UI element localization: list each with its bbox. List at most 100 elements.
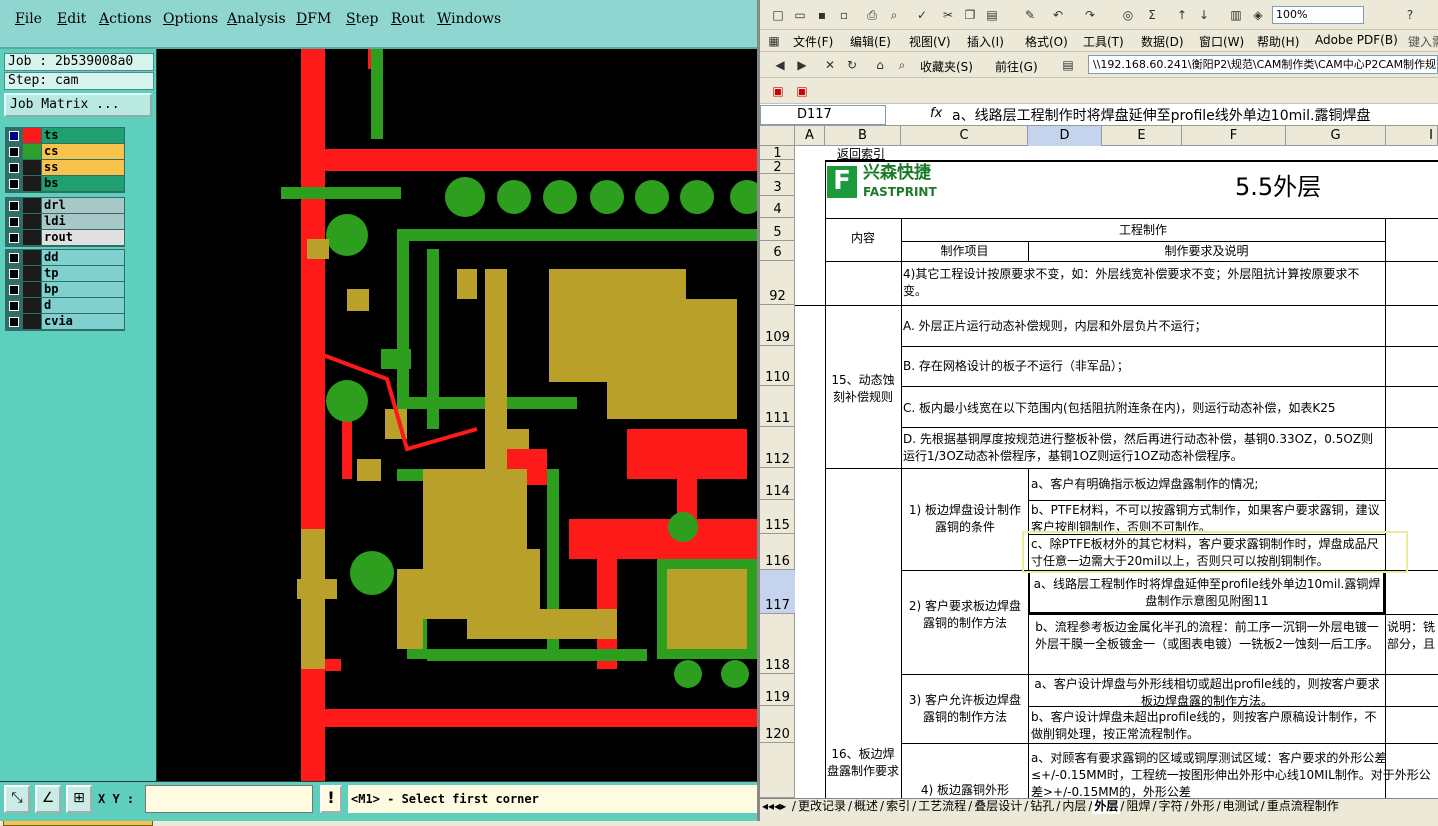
cell-r114[interactable]: a、客户有明确指示板边焊盘露制作的情况; bbox=[1031, 476, 1383, 493]
open-icon[interactable]: ▭ bbox=[792, 7, 808, 23]
xmenu-adobe-pdf[interactable]: Adobe PDF(B) bbox=[1315, 33, 1398, 47]
sub-4[interactable]: 4) 板边露铜外形 bbox=[903, 782, 1027, 799]
column-header[interactable]: I bbox=[1386, 126, 1438, 146]
refresh-icon[interactable]: ↻ bbox=[844, 57, 860, 73]
layer-name[interactable]: tp bbox=[42, 266, 124, 281]
chart-icon[interactable]: ▥ bbox=[1228, 7, 1244, 23]
section-15[interactable]: 15、动态蚀刻补偿规则 bbox=[827, 372, 899, 406]
address-input[interactable]: \\192.168.60.241\衡阳P2\规范\CAM制作类\CAM中心P2C… bbox=[1088, 55, 1438, 74]
row-header[interactable]: 119 bbox=[760, 674, 795, 706]
xmenu-help[interactable]: 帮助(H) bbox=[1257, 33, 1299, 50]
forward-icon[interactable]: ▶ bbox=[794, 57, 810, 73]
menu-analysis[interactable]: Analysis bbox=[227, 11, 286, 27]
layer-checkbox[interactable] bbox=[9, 131, 19, 141]
xmenu-file[interactable]: 文件(F) bbox=[793, 33, 833, 50]
section-16[interactable]: 16、板边焊盘露制作要求 bbox=[827, 746, 899, 780]
new-icon[interactable]: □ bbox=[770, 7, 786, 23]
sheet-tab[interactable]: 电测试 bbox=[1221, 799, 1261, 814]
zoom-fit-icon[interactable]: ⤡ bbox=[4, 785, 30, 813]
xmenu-format[interactable]: 格式(O) bbox=[1025, 33, 1068, 50]
row-header[interactable]: 109 bbox=[760, 305, 795, 346]
redo-icon[interactable]: ↷ bbox=[1082, 7, 1098, 23]
sheet-tab[interactable]: 外形 bbox=[1189, 799, 1217, 814]
sheet-tab[interactable]: 工艺流程 bbox=[916, 799, 968, 814]
layer-checkbox[interactable] bbox=[9, 317, 19, 327]
sheet-tab[interactable]: 重点流程制作 bbox=[1265, 799, 1341, 814]
layer-color-swatch[interactable] bbox=[23, 266, 41, 281]
menu-rout[interactable]: Rout bbox=[391, 11, 425, 27]
formula-input[interactable]: a、线路层工程制作时将焊盘延伸至profile线外单边10mil.露铜焊盘 bbox=[952, 105, 1370, 125]
favorites-menu[interactable]: 收藏夹(S) bbox=[920, 58, 973, 75]
cell-r118[interactable]: b、流程参考板边金属化半孔的流程：前工序一沉铜一外层电镀一外层干膜一全板镀金一（… bbox=[1031, 619, 1383, 653]
layer-name[interactable]: rout bbox=[42, 230, 124, 245]
autosum-icon[interactable]: Σ bbox=[1144, 7, 1160, 23]
sub-3[interactable]: 3) 客户允许板边焊盘露铜的制作方法 bbox=[903, 692, 1027, 726]
layer-row[interactable]: bp bbox=[6, 282, 124, 298]
column-header[interactable]: C bbox=[901, 126, 1028, 146]
row-header[interactable]: 114 bbox=[760, 468, 795, 500]
layer-checkbox[interactable] bbox=[9, 163, 19, 173]
layer-name[interactable]: cs bbox=[42, 144, 124, 159]
layer-checkbox[interactable] bbox=[9, 301, 19, 311]
menu-edit[interactable]: Edit bbox=[57, 11, 86, 27]
layer-row[interactable]: tp bbox=[6, 266, 124, 282]
layer-row[interactable]: rout bbox=[6, 230, 124, 246]
home-icon[interactable]: ⌂ bbox=[872, 57, 888, 73]
layer-row[interactable]: d bbox=[6, 298, 124, 314]
menu-actions[interactable]: Actions bbox=[99, 11, 152, 27]
cell-r119[interactable]: a、客户设计焊盘与外形线相切或超出profile线的，则按客户要求板边焊盘露的制… bbox=[1031, 676, 1383, 710]
layer-row[interactable]: drl bbox=[6, 198, 124, 214]
sheet-tab[interactable]: 钻孔 bbox=[1028, 799, 1056, 814]
cell-r109[interactable]: A. 外层正片运行动态补偿规则，内层和外层负片不运行； bbox=[903, 318, 1383, 335]
layer-row[interactable]: dd bbox=[6, 250, 124, 266]
preview-icon[interactable]: ⌕ bbox=[886, 7, 902, 23]
cut-icon[interactable]: ✂ bbox=[940, 7, 956, 23]
row-header[interactable]: 115 bbox=[760, 500, 795, 534]
layer-color-swatch[interactable] bbox=[23, 214, 41, 229]
layer-row[interactable]: cs bbox=[6, 144, 124, 160]
cell-r112[interactable]: D. 先根据基铜厚度按规范进行整板补偿，然后再进行动态补偿，基铜0.33OZ，0… bbox=[903, 431, 1383, 465]
layer-color-swatch[interactable] bbox=[23, 314, 41, 329]
sheet-tab[interactable]: 叠层设计 bbox=[972, 799, 1024, 814]
worksheet-grid[interactable]: 返回索引 F 兴森快捷 FASTPRINT 5.5外层 内容 工程制作 制作项目… bbox=[795, 146, 1438, 798]
copy-icon[interactable]: ❐ bbox=[962, 7, 978, 23]
row-header[interactable]: 117 bbox=[760, 570, 795, 614]
cell-r111[interactable]: C. 板内最小线宽在以下范围内(包括阻抗附连条在内)，则运行动态补偿，如表K25 bbox=[903, 400, 1383, 417]
column-header[interactable]: B bbox=[825, 126, 901, 146]
layer-row[interactable]: ts bbox=[6, 128, 124, 144]
spell-icon[interactable]: ✓ bbox=[914, 7, 930, 23]
measure-icon[interactable]: ∠ bbox=[35, 785, 61, 813]
zoom-select[interactable]: 100% bbox=[1272, 6, 1364, 24]
stop-icon[interactable]: ✕ bbox=[822, 57, 838, 73]
row-header[interactable]: 116 bbox=[760, 534, 795, 570]
layer-color-swatch[interactable] bbox=[23, 176, 41, 191]
show-web-toolbar-icon[interactable]: ▤ bbox=[1060, 57, 1076, 73]
layer-checkbox[interactable] bbox=[9, 285, 19, 295]
menu-dfm[interactable]: DFM bbox=[296, 11, 331, 27]
cell-r118-note[interactable]: 说明：铣部分，且 bbox=[1387, 619, 1438, 653]
permission-icon[interactable]: ▫ bbox=[836, 7, 852, 23]
layer-color-swatch[interactable] bbox=[23, 160, 41, 175]
layer-name[interactable]: bp bbox=[42, 282, 124, 297]
xmenu-view[interactable]: 视图(V) bbox=[909, 33, 951, 50]
layer-name[interactable]: ldi bbox=[42, 214, 124, 229]
alert-button[interactable]: ! bbox=[320, 785, 342, 813]
layer-name[interactable]: ts bbox=[42, 128, 124, 143]
layer-checkbox[interactable] bbox=[9, 147, 19, 157]
xmenu-data[interactable]: 数据(D) bbox=[1141, 33, 1184, 50]
sub-2[interactable]: 2) 客户要求板边焊盘露铜的制作方法 bbox=[903, 598, 1027, 632]
help-icon[interactable]: ? bbox=[1402, 7, 1418, 23]
drawing-icon[interactable]: ◈ bbox=[1250, 7, 1266, 23]
sheet-tab[interactable]: 索引 bbox=[884, 799, 912, 814]
layer-color-swatch[interactable] bbox=[23, 298, 41, 313]
sheet-tab[interactable]: 概述 bbox=[852, 799, 880, 814]
xmenu-window[interactable]: 窗口(W) bbox=[1199, 33, 1244, 50]
sheet-tab[interactable]: 外层 bbox=[1092, 799, 1121, 814]
name-box[interactable]: D117 bbox=[760, 105, 886, 125]
column-header[interactable]: A bbox=[795, 126, 825, 146]
excel-app-icon[interactable]: ▦ bbox=[766, 33, 782, 49]
layer-row[interactable]: bs bbox=[6, 176, 124, 192]
row-header[interactable]: 92 bbox=[760, 261, 795, 305]
back-icon[interactable]: ◀ bbox=[772, 57, 788, 73]
format-painter-icon[interactable]: ✎ bbox=[1022, 7, 1038, 23]
